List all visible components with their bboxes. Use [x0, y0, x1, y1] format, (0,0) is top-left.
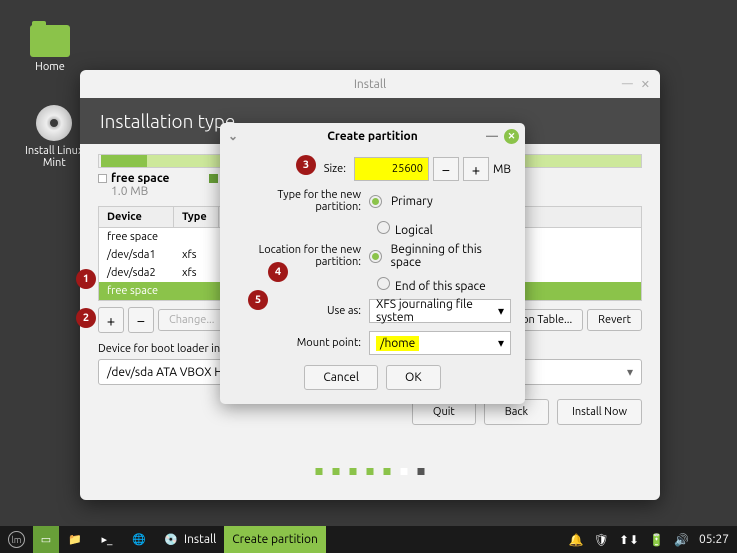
type-label: Type for the new partition:: [234, 189, 369, 213]
close-icon[interactable]: ✕: [504, 129, 519, 144]
install-now-button[interactable]: Install Now: [557, 399, 642, 425]
clock[interactable]: 05:27: [699, 533, 729, 546]
create-partition-dialog: ⌄ Create partition — ✕ Size: − + MB Type…: [220, 123, 525, 404]
shield-icon[interactable]: 🛡: [594, 533, 609, 547]
desktop-installer-label: Install Linux Mint: [25, 145, 84, 169]
annotation-4: 4: [268, 262, 288, 282]
ok-button[interactable]: OK: [386, 365, 441, 390]
notifications-icon[interactable]: 🔔: [569, 533, 584, 547]
globe-icon: 🌐: [131, 532, 147, 548]
location-label: Location for the new partition:: [234, 244, 369, 268]
size-label: Size:: [234, 163, 354, 175]
radio-logical[interactable]: [377, 221, 390, 234]
window-titlebar: Install — ✕: [80, 70, 660, 98]
annotation-5: 5: [248, 290, 268, 310]
cancel-button[interactable]: Cancel: [304, 365, 378, 390]
start-menu[interactable]: lm: [0, 526, 33, 553]
dialog-title: Create partition: [327, 130, 418, 143]
desktop-icon: ▭: [38, 532, 54, 548]
radio-end[interactable]: [377, 277, 390, 290]
radio-beginning[interactable]: [369, 250, 382, 263]
desktop-installer-icon[interactable]: Install Linux Mint: [25, 105, 84, 169]
network-icon[interactable]: ⬆⬇: [619, 533, 639, 547]
window-title: Install: [354, 78, 386, 91]
desktop-home-label: Home: [35, 61, 65, 73]
taskbar-create-partition[interactable]: Create partition: [224, 526, 326, 553]
size-decrease-button[interactable]: −: [433, 157, 459, 181]
terminal-icon: ▸_: [99, 532, 115, 548]
add-partition-button[interactable]: +: [98, 307, 124, 333]
collapse-icon[interactable]: ⌄: [228, 129, 238, 143]
mount-select[interactable]: /home: [369, 331, 511, 355]
file-manager-button[interactable]: 📁: [59, 526, 91, 553]
size-unit: MB: [493, 163, 511, 176]
annotation-3: 3: [296, 155, 316, 175]
volume-icon[interactable]: 🔊: [674, 533, 689, 547]
show-desktop-button[interactable]: ▭: [33, 526, 59, 553]
minimize-icon[interactable]: —: [622, 78, 633, 91]
terminal-button[interactable]: ▸_: [91, 526, 123, 553]
annotation-2: 2: [76, 308, 96, 328]
taskbar-install[interactable]: 💿Install: [155, 526, 224, 553]
radio-primary[interactable]: [369, 195, 382, 208]
col-device[interactable]: Device: [99, 207, 174, 227]
mount-label: Mount point:: [234, 337, 369, 349]
mint-logo-icon: lm: [8, 531, 25, 548]
folder-icon: 📁: [67, 532, 83, 548]
size-increase-button[interactable]: +: [463, 157, 489, 181]
battery-icon[interactable]: 🔋: [649, 533, 664, 547]
desktop-home-icon[interactable]: Home: [30, 25, 70, 73]
revert-button[interactable]: Revert: [587, 309, 642, 331]
taskbar: lm ▭ 📁 ▸_ 🌐 💿Install Create partition 🔔 …: [0, 526, 737, 553]
progress-dots: [316, 468, 425, 475]
col-type[interactable]: Type: [174, 207, 219, 227]
minimize-icon[interactable]: —: [486, 130, 498, 143]
browser-button[interactable]: 🌐: [123, 526, 155, 553]
disc-icon: [36, 105, 72, 141]
remove-partition-button[interactable]: −: [128, 307, 154, 333]
close-icon[interactable]: ✕: [641, 78, 650, 91]
size-input[interactable]: [354, 157, 429, 181]
disc-icon: 💿: [163, 532, 179, 548]
annotation-1: 1: [76, 269, 96, 289]
useas-select[interactable]: XFS journaling file system: [369, 299, 511, 323]
change-button: Change...: [158, 309, 225, 331]
folder-icon: [30, 25, 70, 57]
